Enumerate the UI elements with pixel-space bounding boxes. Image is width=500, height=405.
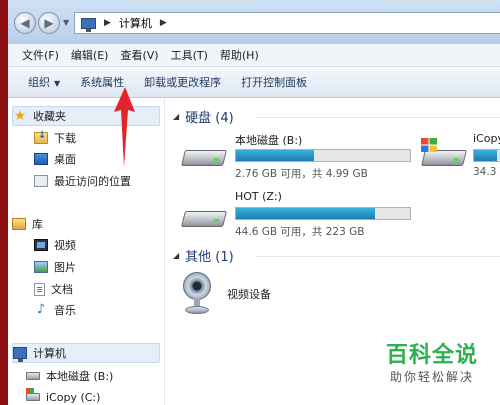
nav-favorites-label: 收藏夹: [33, 110, 66, 123]
picture-library-icon: [34, 261, 48, 273]
library-icon: [12, 218, 26, 230]
nav-pictures-label: 图片: [54, 261, 76, 274]
nav-documents[interactable]: 文档: [34, 279, 160, 299]
back-arrow-icon: ◀: [20, 16, 30, 30]
drive-usage-fill: [474, 150, 497, 161]
drive-space-info: 2.76 GB 可用，共 4.99 GB: [235, 168, 368, 180]
group-divider: [255, 117, 500, 118]
nav-desktop[interactable]: 桌面: [34, 149, 160, 169]
other-group-header[interactable]: ◢ 其他 (1): [173, 246, 234, 265]
forward-arrow-icon: ▶: [44, 16, 54, 30]
open-control-panel-button[interactable]: 打开控制面板: [231, 74, 317, 90]
drive-name[interactable]: iCopy: [473, 132, 500, 145]
nav-libraries[interactable]: 库: [12, 214, 160, 234]
local-disk-drive-icon[interactable]: [181, 144, 227, 168]
nav-favorites[interactable]: ★ 收藏夹: [12, 106, 160, 126]
nav-libraries-label: 库: [32, 218, 43, 231]
menu-edit[interactable]: 编辑(E): [65, 47, 115, 63]
drive-usage-bar: [235, 149, 411, 162]
drive-usage-fill: [236, 208, 376, 219]
document-library-icon: [34, 282, 45, 296]
nav-recent-label: 最近访问的位置: [54, 175, 131, 188]
watermark-logo: 百科全说 助你轻松解决: [372, 343, 492, 385]
menu-file[interactable]: 文件(F): [8, 47, 65, 63]
system-drive-icon: [26, 388, 40, 401]
webcam-icon[interactable]: [181, 272, 213, 316]
back-button[interactable]: ◀: [14, 12, 36, 34]
watermark-title: 百科全说: [385, 343, 478, 368]
star-icon: ★: [13, 108, 27, 124]
nav-computer[interactable]: 计算机: [12, 343, 160, 363]
nav-icopy-label: iCopy (C:): [46, 390, 101, 404]
chevron-down-icon: ▼: [54, 79, 61, 88]
computer-icon: [13, 347, 27, 362]
nav-music-label: 音乐: [54, 304, 76, 317]
menu-help[interactable]: 帮助(H): [214, 47, 265, 63]
drive-usage-bar: [235, 207, 411, 220]
organize-label: 组织: [28, 76, 50, 89]
group-divider: [255, 256, 500, 257]
drive-space-info: 34.3: [473, 166, 497, 178]
video-library-icon: [34, 239, 48, 251]
recent-pages-dropdown-icon[interactable]: ▼: [63, 18, 69, 27]
nav-videos[interactable]: 视频: [34, 235, 160, 255]
navigation-pane: ★ 收藏夹 下载 桌面 最近访问的位置 库 视频 图片 文档: [8, 98, 165, 405]
organize-button[interactable]: 组织 ▼: [8, 74, 70, 90]
desktop-icon: [34, 153, 48, 165]
system-properties-button[interactable]: 系统属性: [70, 74, 134, 90]
video-device-label[interactable]: 视频设备: [227, 286, 271, 302]
recent-places-icon: [34, 175, 48, 187]
drive-usage-bar: [473, 149, 500, 162]
hard-drive-icon: [26, 372, 40, 380]
menu-tools[interactable]: 工具(T): [165, 47, 214, 63]
breadcrumb-computer[interactable]: 计算机: [119, 15, 152, 31]
nav-documents-label: 文档: [51, 283, 73, 296]
breadcrumb-chevron-icon[interactable]: ▶: [160, 18, 167, 28]
icopy-drive-icon[interactable]: [421, 138, 467, 168]
hard-disks-header-label: 硬盘 (4): [185, 111, 234, 126]
nav-music[interactable]: ♪ 音乐: [34, 300, 160, 320]
other-header-label: 其他 (1): [185, 250, 234, 265]
nav-pictures[interactable]: 图片: [34, 257, 160, 277]
address-bar[interactable]: ▶ 计算机 ▶: [74, 12, 500, 34]
breadcrumb-chevron-icon[interactable]: ▶: [104, 18, 111, 28]
collapse-triangle-icon[interactable]: ◢: [173, 112, 179, 121]
watermark-subtitle: 助你轻松解决: [389, 370, 474, 384]
nav-computer-label: 计算机: [33, 347, 66, 360]
nav-desktop-label: 桌面: [54, 153, 76, 166]
uninstall-program-button[interactable]: 卸载或更改程序: [134, 74, 231, 90]
download-folder-icon: [34, 130, 48, 144]
drive-usage-fill: [236, 150, 315, 161]
computer-icon: [81, 17, 96, 32]
nav-icopy-c[interactable]: iCopy (C:): [26, 387, 160, 405]
drive-space-info: 44.6 GB 可用，共 223 GB: [235, 226, 365, 238]
nav-downloads[interactable]: 下载: [34, 128, 160, 148]
collapse-triangle-icon[interactable]: ◢: [173, 251, 179, 260]
nav-local-disk-b[interactable]: 本地磁盘 (B:): [26, 366, 160, 386]
nav-downloads-label: 下载: [54, 132, 76, 145]
menu-bar: 文件(F) 编辑(E) 查看(V) 工具(T) 帮助(H): [8, 44, 500, 67]
drive-name[interactable]: 本地磁盘 (B:): [235, 132, 302, 148]
forward-button[interactable]: ▶: [38, 12, 60, 34]
music-note-icon: ♪: [36, 302, 46, 317]
address-bar-area: ◀ ▶ ▼ ▶ 计算机 ▶: [8, 0, 500, 44]
nav-local-disk-label: 本地磁盘 (B:): [46, 370, 114, 383]
hard-disks-group-header[interactable]: ◢ 硬盘 (4): [173, 107, 234, 126]
command-bar: 组织 ▼ 系统属性 卸载或更改程序 打开控制面板: [8, 67, 500, 98]
drive-name[interactable]: HOT (Z:): [235, 190, 282, 203]
nav-recent-places[interactable]: 最近访问的位置: [34, 171, 160, 191]
menu-view[interactable]: 查看(V): [114, 47, 164, 63]
hot-drive-icon[interactable]: [181, 205, 227, 229]
nav-videos-label: 视频: [54, 239, 76, 252]
